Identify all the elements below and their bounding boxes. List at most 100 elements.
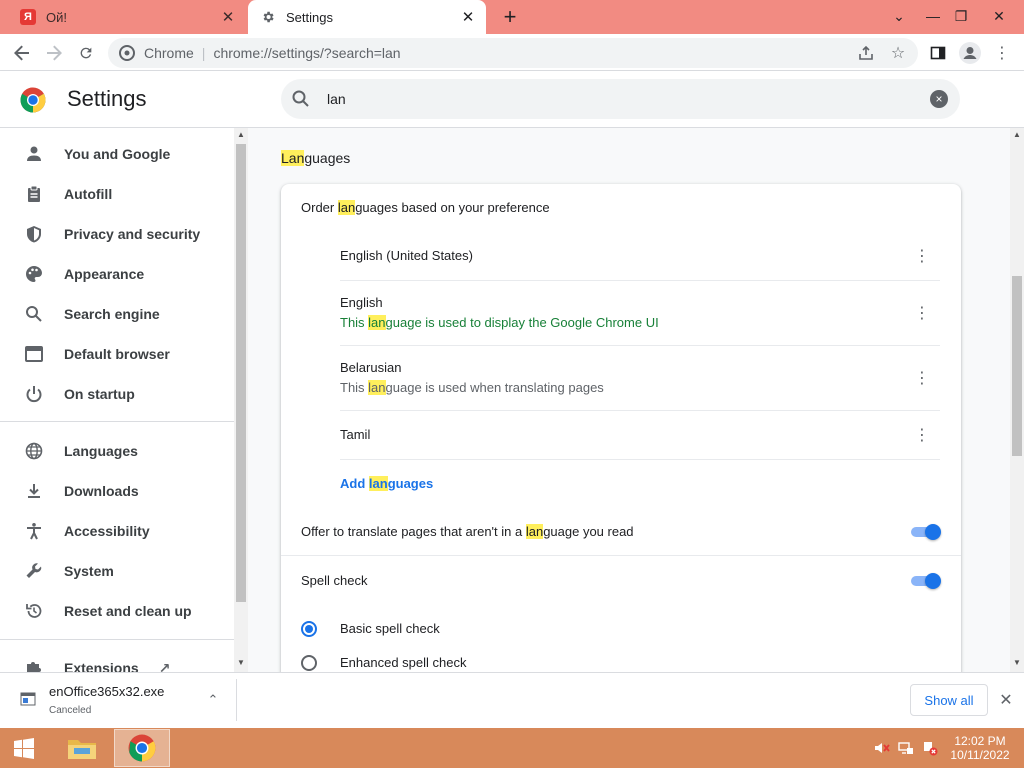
settings-search-input[interactable] — [327, 87, 907, 111]
taskbar-chrome[interactable] — [114, 729, 170, 767]
share-icon[interactable] — [852, 39, 880, 67]
language-menu-icon[interactable]: ⋮ — [912, 303, 932, 323]
sidebar: You and Google Autofill Privacy and secu… — [0, 128, 234, 672]
sidebar-item-appearance[interactable]: Appearance — [0, 254, 234, 294]
url-text: chrome://settings/?search=lan — [213, 45, 401, 61]
history-icon — [24, 601, 44, 621]
scroll-thumb[interactable] — [236, 144, 246, 602]
clear-search-icon[interactable]: × — [930, 90, 948, 108]
scroll-up-arrow-icon[interactable]: ▲ — [237, 130, 245, 139]
sidebar-item-system[interactable]: System — [0, 551, 234, 591]
main-scrollbar[interactable]: ▲ ▼ — [1010, 128, 1024, 672]
text-part: guage is used to display the Google Chro… — [385, 315, 659, 330]
text-part: guages based on your preference — [355, 200, 550, 215]
language-name: Tamil — [340, 427, 371, 442]
download-status: Canceled — [49, 705, 92, 716]
download-divider — [236, 679, 237, 721]
action-center-alert-icon[interactable] — [922, 740, 938, 756]
text-part: guage is used when translating pages — [385, 380, 604, 395]
restore-icon[interactable]: ❐ — [948, 4, 974, 28]
minimize-icon[interactable]: — — [920, 4, 946, 28]
scroll-thumb[interactable] — [1012, 276, 1022, 456]
chrome-taskbar-icon — [128, 734, 156, 762]
language-menu-icon[interactable]: ⋮ — [912, 425, 932, 445]
sidebar-item-privacy-and-security[interactable]: Privacy and security — [0, 214, 234, 254]
sidebar-item-autofill[interactable]: Autofill — [0, 174, 234, 214]
sidebar-item-accessibility[interactable]: Accessibility — [0, 511, 234, 551]
download-file-name[interactable]: enOffice365x32.exe — [49, 684, 164, 699]
offer-translate-toggle[interactable] — [909, 524, 941, 540]
close-tab-icon[interactable]: ✕ — [458, 7, 478, 27]
search-icon — [24, 304, 44, 324]
close-tab-icon[interactable]: ✕ — [218, 7, 238, 27]
text-part: guage you read — [543, 524, 634, 539]
sidebar-item-default-browser[interactable]: Default browser — [0, 334, 234, 374]
taskbar-file-explorer[interactable] — [54, 729, 110, 767]
spell-check-label: Spell check — [301, 573, 368, 588]
address-bar[interactable]: Chrome | chrome://settings/?search=lan — [108, 38, 918, 68]
language-row-english: English This language is used to display… — [340, 281, 940, 346]
new-tab-button[interactable]: + — [498, 4, 522, 29]
close-window-icon[interactable]: ✕ — [986, 4, 1012, 28]
network-icon[interactable] — [898, 740, 914, 756]
sidebar-item-search-engine[interactable]: Search engine — [0, 294, 234, 334]
windows-start-icon[interactable] — [4, 732, 44, 766]
tab-title: Settings — [286, 9, 333, 25]
browser-toolbar: Chrome | chrome://settings/?search=lan ☆… — [0, 34, 1024, 71]
reload-icon[interactable] — [72, 39, 100, 67]
sidebar-item-reset-and-clean-up[interactable]: Reset and clean up — [0, 591, 234, 631]
settings-header: Settings × — [0, 71, 1024, 128]
search-highlight: lan — [368, 476, 388, 491]
sidebar-item-on-startup[interactable]: On startup — [0, 374, 234, 414]
add-languages-link[interactable]: Add languages — [340, 476, 433, 491]
chevron-up-icon[interactable]: ⌃ — [204, 691, 222, 709]
language-row-english-us: English (United States) ⋮ — [340, 232, 940, 281]
scroll-down-arrow-icon[interactable]: ▼ — [237, 658, 245, 667]
browser-icon — [24, 344, 44, 364]
sidebar-item-you-and-google[interactable]: You and Google — [0, 134, 234, 174]
text-part: Add — [340, 476, 369, 491]
chrome-logo-icon — [20, 87, 46, 113]
profile-avatar-icon[interactable] — [956, 39, 984, 67]
show-all-button[interactable]: Show all — [910, 684, 988, 716]
page-title: Settings — [67, 86, 147, 111]
enhanced-spell-check-radio[interactable] — [301, 655, 317, 671]
scroll-down-arrow-icon[interactable]: ▼ — [1013, 658, 1021, 667]
chrome-site-icon — [118, 44, 136, 62]
taskbar-clock[interactable]: 12:02 PM 10/11/2022 — [940, 734, 1020, 762]
menu-kebab-icon[interactable]: ⋮ — [988, 39, 1016, 67]
close-download-bar-icon[interactable]: ✕ — [996, 690, 1016, 710]
accessibility-icon — [24, 521, 44, 541]
clipboard-icon — [24, 184, 44, 204]
tab-settings[interactable]: Settings ✕ — [248, 0, 486, 34]
scroll-up-arrow-icon[interactable]: ▲ — [1013, 130, 1021, 139]
forward-icon[interactable] — [40, 39, 68, 67]
sidebar-item-label: Privacy and security — [64, 226, 201, 242]
search-highlight: lan — [525, 524, 544, 539]
sidebar-item-downloads[interactable]: Downloads — [0, 471, 234, 511]
tab-search-icon[interactable]: ⌄ — [886, 4, 912, 28]
sidebar-item-label: Accessibility — [64, 523, 150, 539]
search-highlight: Lan — [281, 150, 305, 166]
side-panel-icon[interactable] — [924, 39, 952, 67]
basic-spell-check-radio[interactable] — [301, 621, 317, 637]
search-highlight: lan — [368, 315, 386, 330]
search-highlight: lan — [368, 380, 386, 395]
sidebar-item-extensions[interactable]: Extensions ↗ — [0, 648, 234, 672]
text-part: Order — [301, 200, 338, 215]
spell-check-toggle[interactable] — [909, 573, 941, 589]
sidebar-scrollbar[interactable]: ▲ ▼ — [234, 128, 248, 672]
text-part: Offer to translate pages that aren't in … — [301, 524, 526, 539]
bookmark-star-icon[interactable]: ☆ — [884, 39, 912, 67]
settings-search-box[interactable]: × — [281, 79, 960, 119]
sidebar-item-label: You and Google — [64, 146, 171, 162]
sidebar-item-languages[interactable]: Languages — [0, 431, 234, 471]
language-menu-icon[interactable]: ⋮ — [912, 368, 932, 388]
sidebar-item-label: Autofill — [64, 186, 113, 202]
language-menu-icon[interactable]: ⋮ — [912, 246, 932, 266]
language-row-tamil: Tamil ⋮ — [340, 411, 940, 460]
volume-muted-icon[interactable] — [874, 740, 890, 756]
tab-oi[interactable]: Я Ой! ✕ — [8, 0, 246, 34]
language-name: Belarusian — [340, 360, 402, 375]
back-icon[interactable] — [8, 39, 36, 67]
